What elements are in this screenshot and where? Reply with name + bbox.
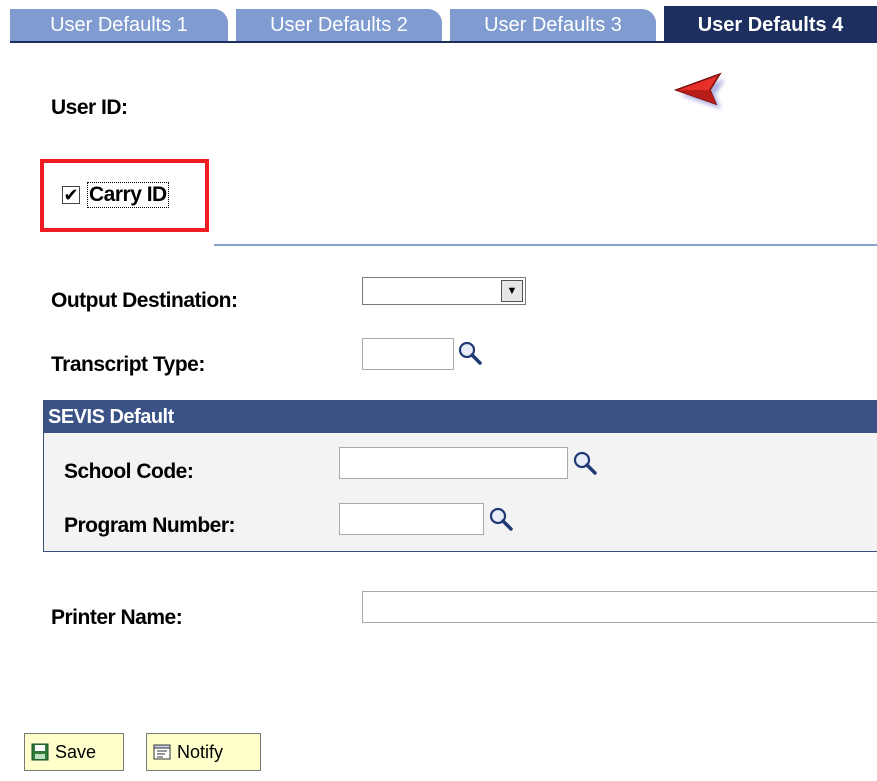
notify-label: Notify — [177, 742, 224, 762]
tab-bar: User Defaults 1 User Defaults 2 User Def… — [0, 0, 877, 42]
transcript-type-label: Transcript Type: — [51, 353, 205, 376]
save-label: Save — [55, 742, 97, 762]
sevis-default-title: SEVIS Default — [44, 401, 877, 433]
school-code-label: School Code: — [64, 460, 194, 483]
printer-name-label: Printer Name: — [51, 606, 183, 629]
tab-user-defaults-2[interactable]: User Defaults 2 — [236, 9, 442, 41]
program-number-lookup-icon[interactable] — [488, 506, 514, 532]
tab-user-defaults-1[interactable]: User Defaults 1 — [10, 9, 228, 41]
notepad-icon — [153, 744, 171, 760]
carry-id-label[interactable]: Carry ID — [87, 182, 169, 208]
page-border — [10, 41, 877, 43]
program-number-label: Program Number: — [64, 514, 236, 537]
cursor-arrow-icon — [673, 72, 725, 109]
save-button[interactable]: Save — [24, 733, 124, 771]
notify-button[interactable]: Notify — [146, 733, 261, 771]
school-code-lookup-icon[interactable] — [572, 450, 598, 476]
carry-id-checkbox[interactable]: ✔ — [62, 186, 80, 204]
tab-user-defaults-3[interactable]: User Defaults 3 — [450, 9, 656, 41]
output-destination-label: Output Destination: — [51, 289, 238, 312]
section-divider — [214, 244, 877, 246]
user-id-label: User ID: — [51, 96, 128, 119]
transcript-type-lookup-icon[interactable] — [457, 340, 483, 366]
printer-name-input[interactable] — [362, 591, 877, 623]
transcript-type-input[interactable] — [362, 338, 454, 370]
output-destination-select[interactable]: ▼ — [362, 277, 526, 305]
chevron-down-icon[interactable]: ▼ — [501, 280, 523, 302]
school-code-input[interactable] — [339, 447, 568, 479]
tab-user-defaults-4[interactable]: User Defaults 4 — [664, 6, 877, 42]
floppy-disk-icon — [31, 743, 49, 761]
program-number-input[interactable] — [339, 503, 484, 535]
